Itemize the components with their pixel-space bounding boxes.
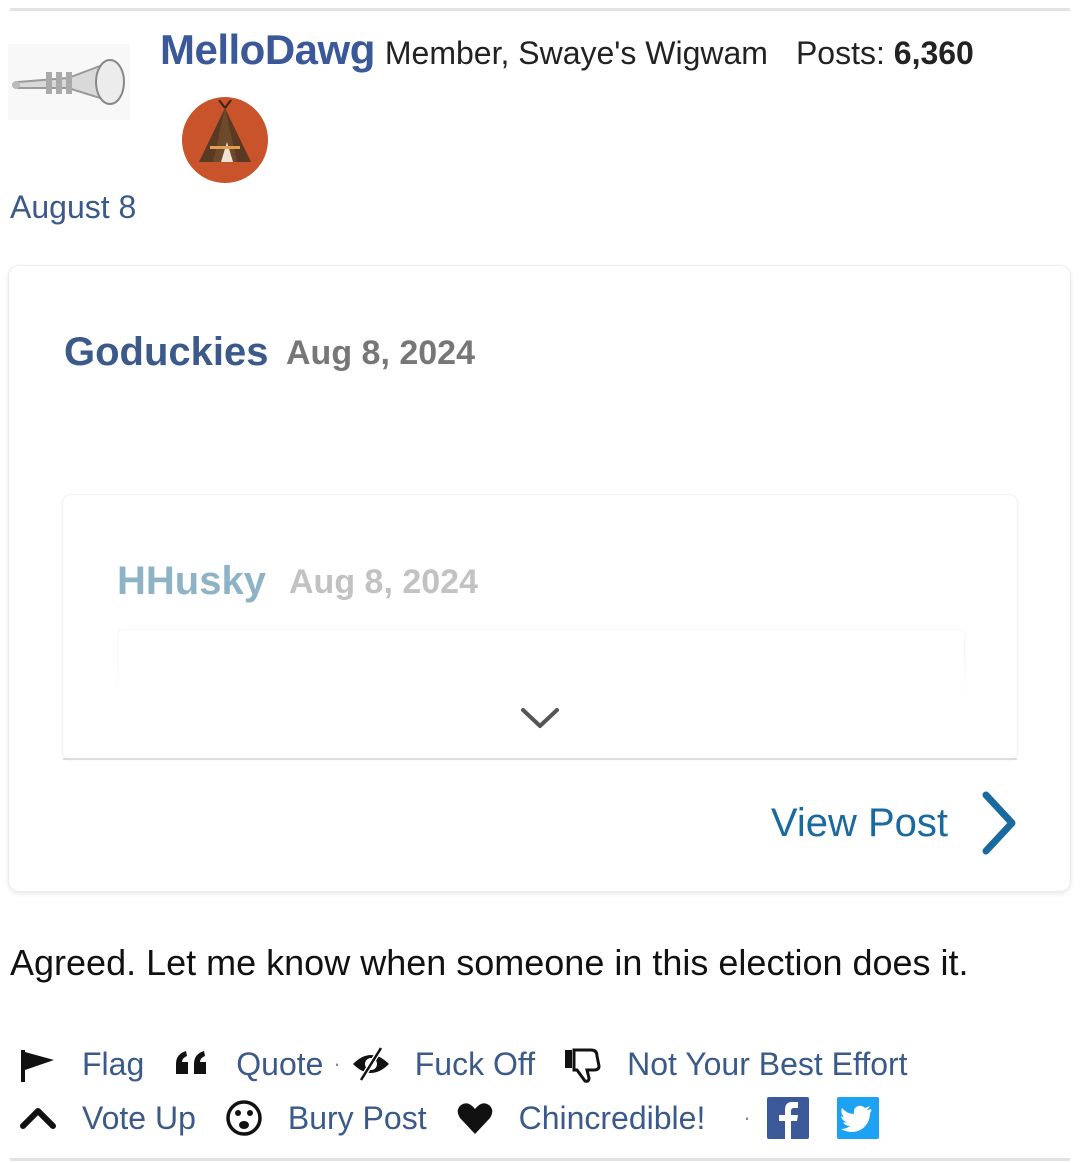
bury-post-button[interactable]: Bury Post: [224, 1098, 427, 1138]
chincredible-button[interactable]: Chincredible!: [455, 1098, 706, 1138]
view-post-link[interactable]: View Post: [771, 788, 1018, 858]
heart-icon: [457, 1103, 492, 1134]
flag-icon: [21, 1050, 54, 1082]
bottom-divider: [10, 1158, 1070, 1161]
separator: ·: [333, 1051, 341, 1076]
reaction-row: Vote Up Bury Post Chincredible! ·: [18, 1094, 879, 1142]
chincredible-label: Chincredible!: [518, 1099, 706, 1136]
fuck-off-button[interactable]: Fuck Off: [351, 1044, 535, 1084]
separator: ·: [743, 1105, 751, 1130]
twitter-icon[interactable]: [836, 1097, 879, 1139]
quote-button[interactable]: Quote: [172, 1044, 323, 1084]
author-role: Member, Swaye's Wigwam: [384, 35, 768, 71]
flag-label: Flag: [82, 1045, 145, 1082]
quote-label: Quote: [236, 1045, 324, 1082]
quote-author[interactable]: Goduckies: [64, 330, 269, 375]
author-post-count: Posts: 6,360: [795, 35, 974, 71]
post-date[interactable]: August 8: [10, 189, 136, 226]
top-divider: [10, 8, 1070, 11]
bury-post-label: Bury Post: [287, 1099, 427, 1136]
facebook-icon[interactable]: [766, 1097, 809, 1139]
reaction-row: Flag Quote · Fuck Off Not Your Best Effo…: [18, 1040, 908, 1088]
quote-date: Aug 8, 2024: [286, 334, 475, 372]
not-your-best-effort-button[interactable]: Not Your Best Effort: [563, 1044, 908, 1084]
author-line: MelloDawg Member, Swaye's Wigwam Posts: 6,…: [160, 26, 974, 74]
thumbs-down-icon: [565, 1048, 601, 1083]
quote-card: Goduckies Aug 8, 2024 HHusky Aug 8, 2024…: [9, 266, 1070, 891]
vote-up-button[interactable]: Vote Up: [18, 1098, 196, 1138]
twitter-glyph: [840, 1105, 872, 1132]
facebook-glyph: [778, 1102, 798, 1139]
quote-card-divider: [63, 758, 1017, 760]
author-name[interactable]: MelloDawg: [160, 26, 375, 73]
flag-button[interactable]: Flag: [18, 1044, 144, 1084]
view-post-label: View Post: [770, 800, 948, 845]
hide-icon: [352, 1046, 389, 1082]
nested-quote-date: Aug 8, 2024: [289, 563, 478, 601]
bury-face-icon: [226, 1100, 262, 1136]
arrow-up-icon: [20, 1108, 56, 1129]
chevron-down-icon[interactable]: [517, 704, 563, 732]
vote-up-label: Vote Up: [82, 1099, 196, 1136]
chevron-right-icon: [982, 791, 1016, 855]
fuck-off-label: Fuck Off: [414, 1045, 536, 1082]
post-body: Agreed. Let me know when someone in this…: [10, 942, 969, 983]
trumpet-icon[interactable]: [8, 44, 130, 120]
quote-icon: [176, 1051, 207, 1074]
teepee-icon: [182, 97, 268, 183]
not-your-best-effort-label: Not Your Best Effort: [627, 1045, 908, 1082]
nested-quote-author[interactable]: HHusky: [117, 559, 266, 604]
